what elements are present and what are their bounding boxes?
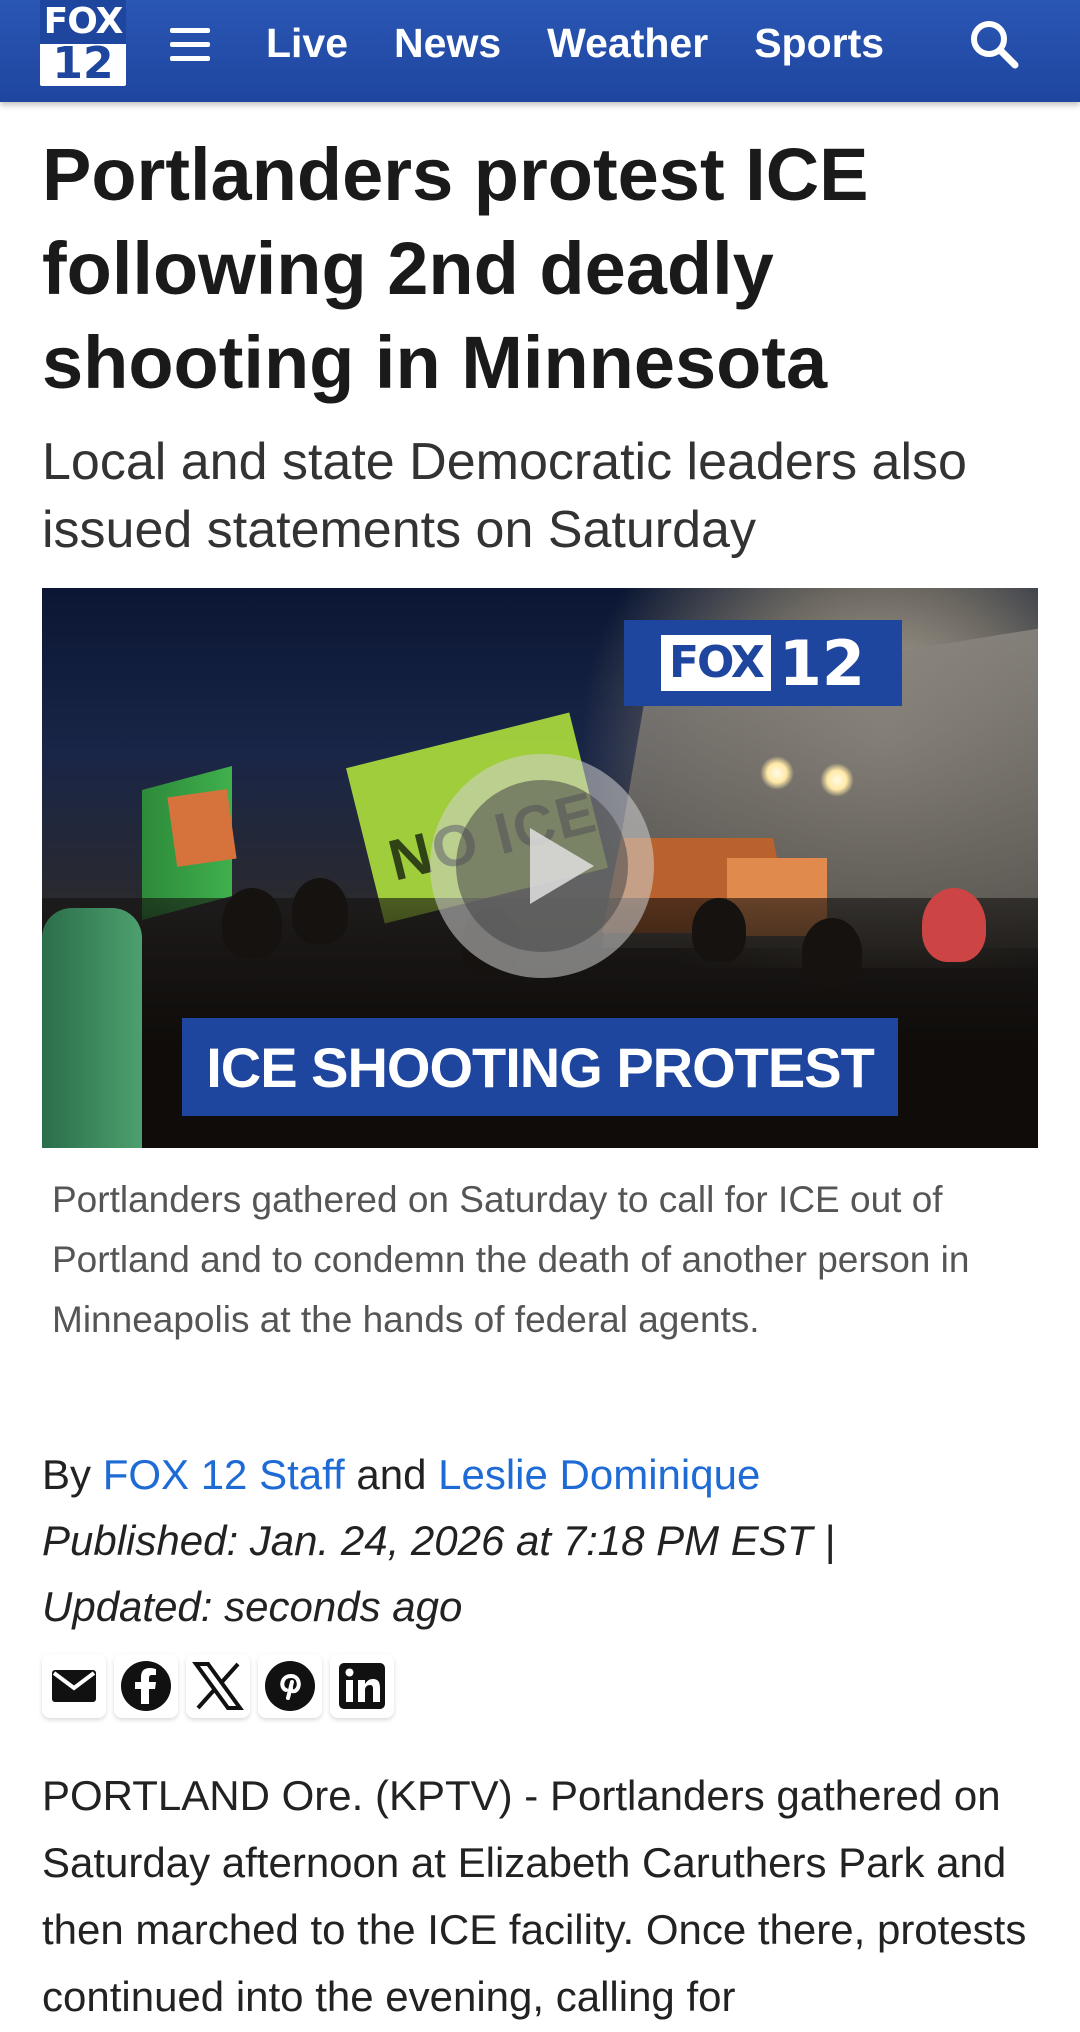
dateline: Published: Jan. 24, 2026 at 7:18 PM EST … bbox=[42, 1508, 1042, 1640]
video-player[interactable]: NO ICE FOX 12 ICE SHOOTING PROTEST bbox=[42, 588, 1038, 1148]
video-scene-jacket bbox=[42, 908, 142, 1148]
site-header: FOX 12 Live News Weather Sports bbox=[0, 0, 1080, 102]
published-date: Published: Jan. 24, 2026 at 7:18 PM EST … bbox=[42, 1517, 836, 1564]
updated-date: Updated: seconds ago bbox=[42, 1583, 463, 1630]
fox12-logo[interactable]: FOX 12 bbox=[40, 0, 126, 86]
author-link-fox12-staff[interactable]: FOX 12 Staff bbox=[103, 1451, 345, 1498]
author-link-leslie-dominique[interactable]: Leslie Dominique bbox=[438, 1451, 760, 1498]
article-subheadline: Local and state Democratic leaders also … bbox=[42, 433, 967, 559]
video-title-banner: ICE SHOOTING PROTEST bbox=[182, 1018, 898, 1116]
nav-sports[interactable]: Sports bbox=[754, 20, 884, 67]
article-body: PORTLAND Ore. (KPTV) - Portlanders gathe… bbox=[42, 1772, 1027, 2020]
byline-by: By bbox=[42, 1451, 92, 1498]
video-caption: Portlanders gathered on Saturday to call… bbox=[52, 1179, 970, 1340]
pinterest-icon[interactable] bbox=[258, 1654, 322, 1718]
badge-fox: FOX bbox=[660, 635, 771, 691]
video-scene-person bbox=[692, 898, 746, 962]
article-headline: Portlanders protest ICE following 2nd de… bbox=[42, 133, 869, 404]
linkedin-icon[interactable] bbox=[330, 1654, 394, 1718]
video-scene-lamp bbox=[760, 756, 794, 790]
byline-and: and bbox=[356, 1451, 427, 1498]
fox12-video-badge: FOX 12 bbox=[624, 620, 902, 706]
play-icon bbox=[456, 780, 628, 952]
byline: By FOX 12 Staff and Leslie Dominique bbox=[42, 1440, 760, 1510]
share-bar bbox=[42, 1654, 402, 1718]
play-button[interactable] bbox=[430, 754, 654, 978]
nav-weather[interactable]: Weather bbox=[547, 20, 708, 67]
facebook-icon[interactable] bbox=[114, 1654, 178, 1718]
video-scene-sign bbox=[167, 789, 237, 867]
badge-number: 12 bbox=[778, 626, 866, 700]
nav-live[interactable]: Live bbox=[266, 20, 348, 67]
video-scene-person bbox=[222, 888, 282, 958]
x-icon[interactable] bbox=[186, 1654, 250, 1718]
video-scene-lamp bbox=[820, 763, 854, 797]
nav-news[interactable]: News bbox=[394, 20, 501, 67]
hamburger-menu-icon[interactable] bbox=[170, 28, 210, 64]
video-scene-person bbox=[922, 888, 986, 962]
search-icon[interactable] bbox=[968, 18, 1020, 70]
video-scene-person bbox=[802, 918, 862, 988]
logo-number: 12 bbox=[52, 38, 114, 89]
video-scene-person bbox=[292, 878, 348, 944]
main-nav: Live News Weather Sports bbox=[266, 0, 930, 86]
email-icon[interactable] bbox=[42, 1654, 106, 1718]
